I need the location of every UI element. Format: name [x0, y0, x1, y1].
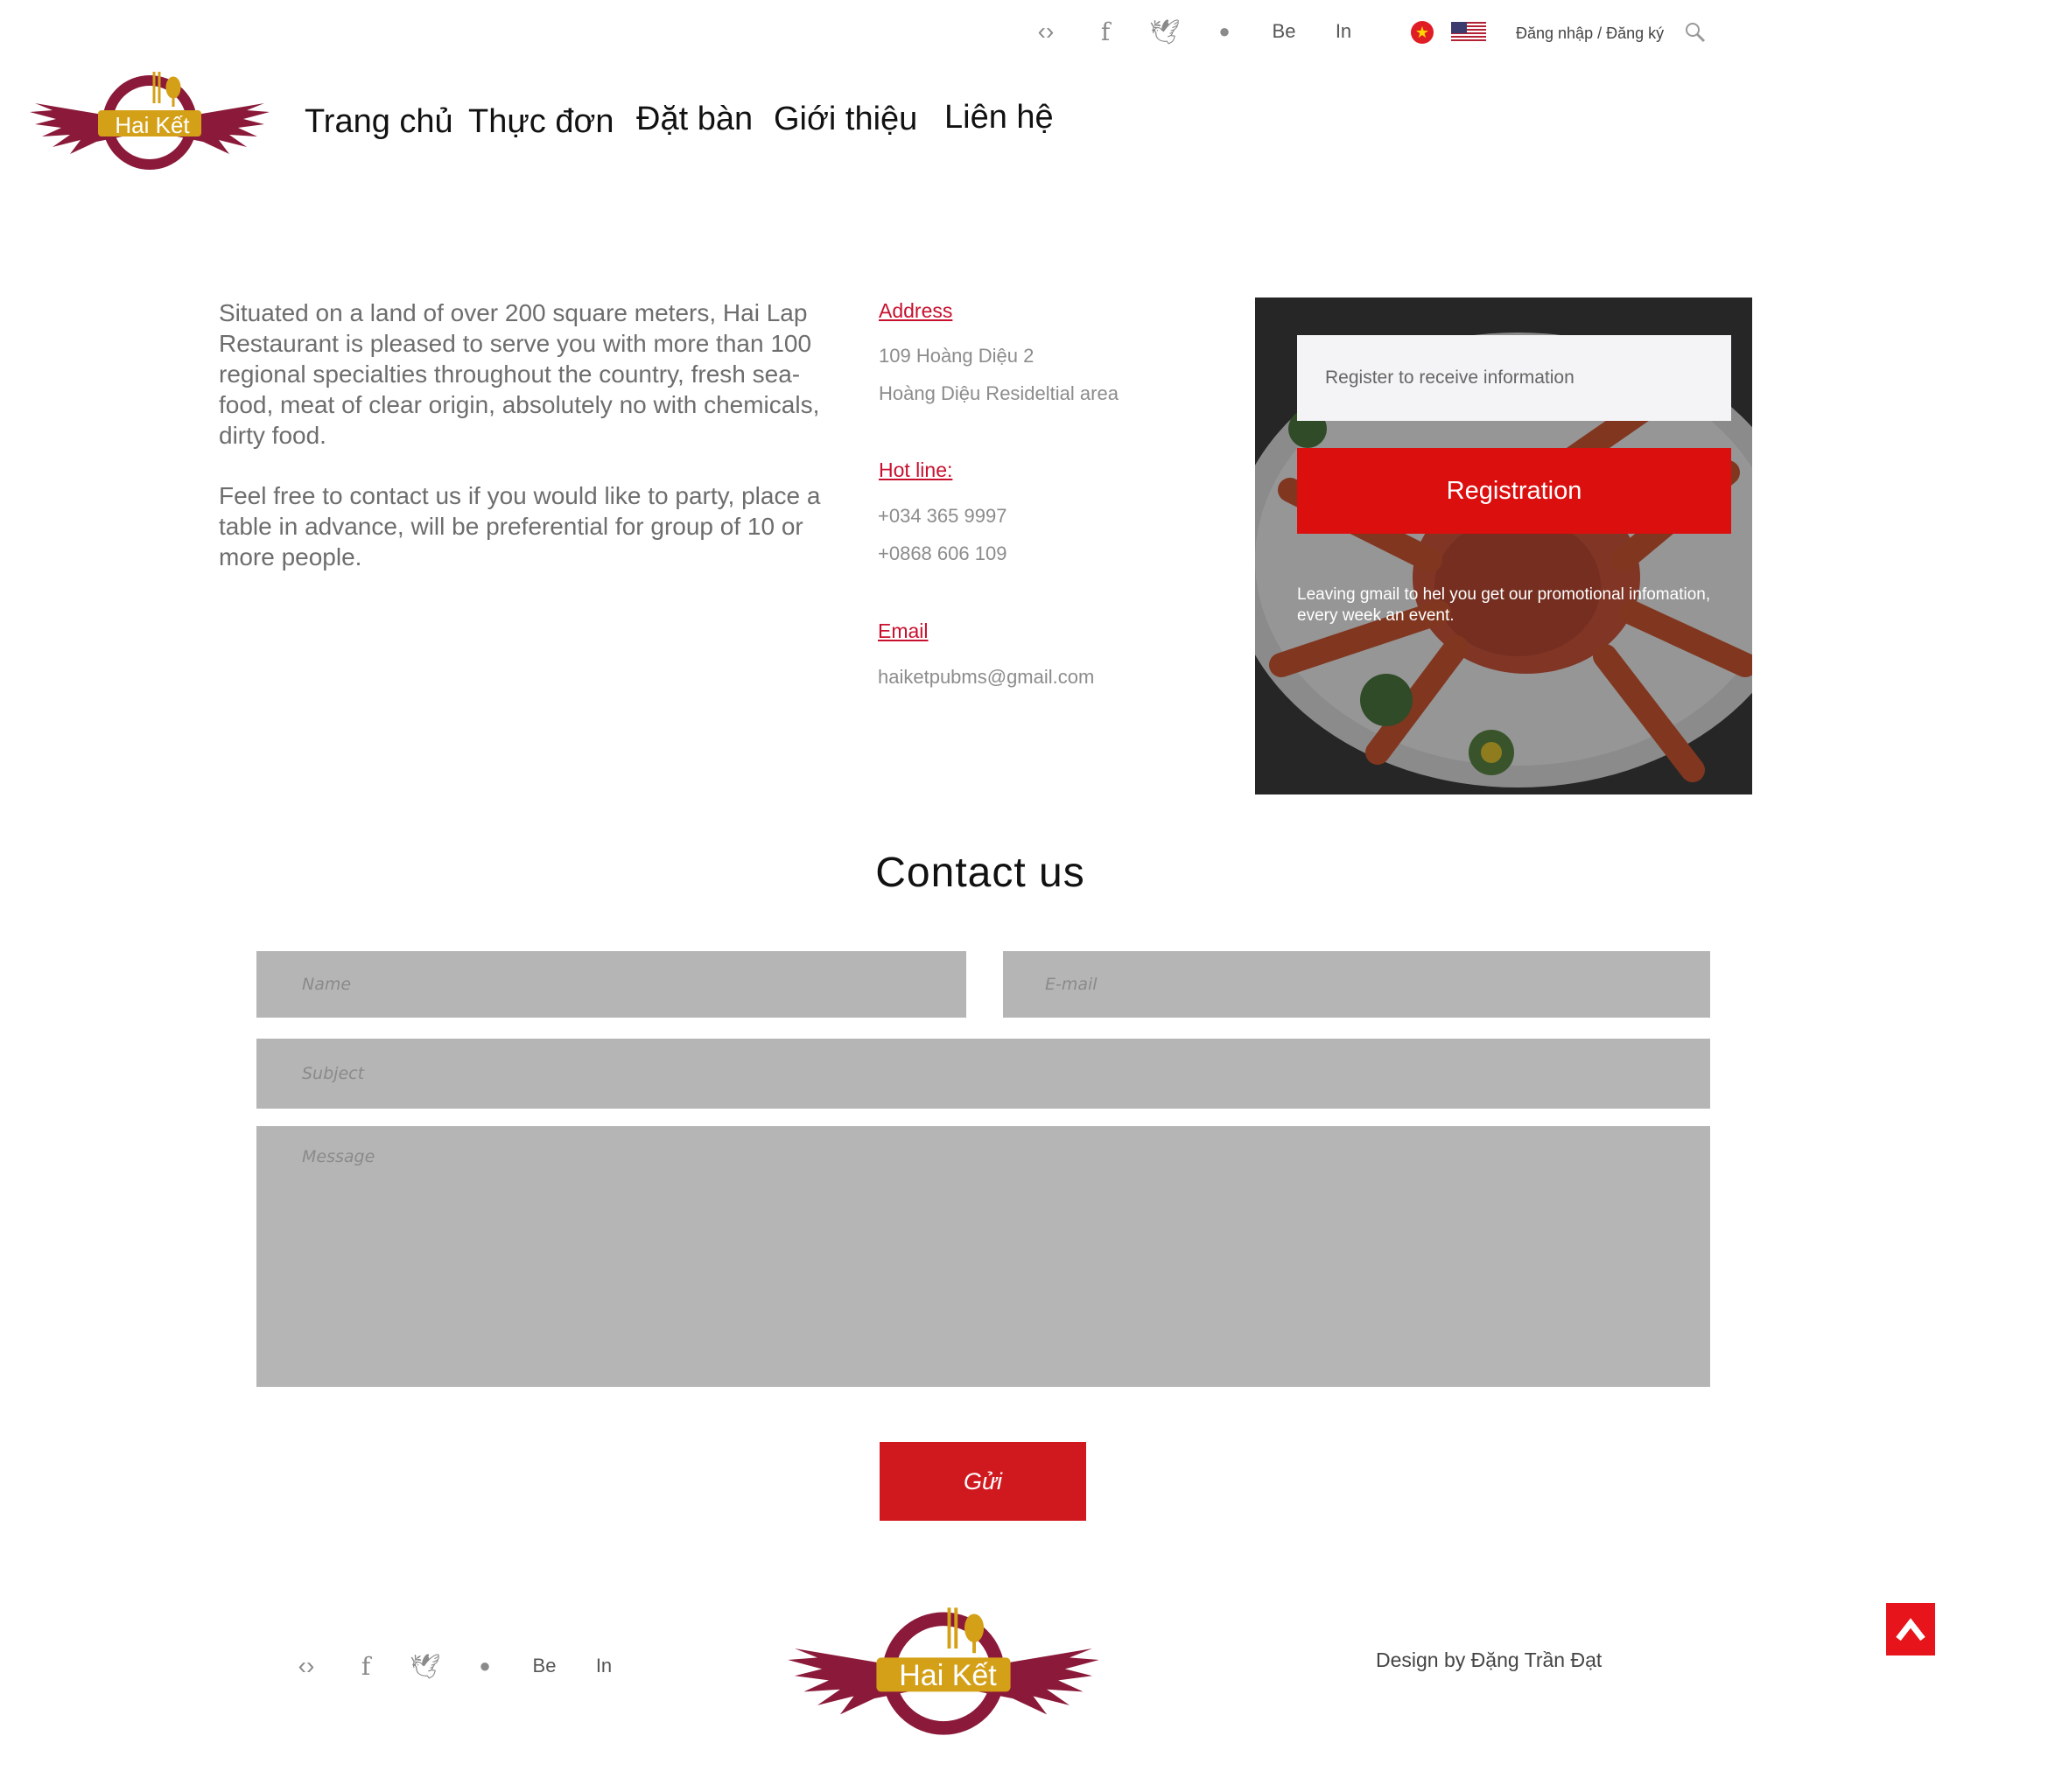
eye-icon[interactable]: ‹› [289, 1648, 324, 1684]
register-panel: Registration Leaving gmail to hel you ge… [1255, 298, 1752, 794]
hotline-label: Hot line: [879, 458, 953, 481]
dribbble-icon[interactable]: ● [1207, 14, 1242, 49]
about-paragraph-1: Situated on a land of over 200 square me… [219, 299, 820, 449]
email-address[interactable]: haiketpubms@gmail.com [878, 666, 1094, 689]
facebook-icon[interactable]: f [348, 1648, 383, 1684]
register-email-input[interactable] [1297, 335, 1731, 421]
us-flag-icon[interactable] [1451, 22, 1486, 43]
about-text: Situated on a land of over 200 square me… [219, 298, 823, 602]
about-paragraph-2: Feel free to contact us if you would lik… [219, 482, 821, 570]
behance-icon[interactable]: Be [527, 1648, 562, 1684]
footer-logo[interactable]: Hai Kết [783, 1603, 1104, 1740]
phone-1[interactable]: +034 365 9997 [878, 505, 1006, 528]
nav-about[interactable]: Giới thiệu [774, 101, 917, 138]
subject-field[interactable] [256, 1039, 1710, 1109]
vietnam-flag-icon[interactable]: ★ [1411, 21, 1434, 44]
top-social-bar: ‹› f 🕊 ● Be In [1028, 14, 1361, 49]
name-field[interactable] [256, 951, 966, 1018]
bird-icon[interactable]: 🕊 [408, 1648, 443, 1684]
header-logo[interactable]: Hai Kết [26, 68, 273, 173]
send-button[interactable]: Gửi [880, 1442, 1086, 1521]
nav-reservation[interactable]: Đặt bàn [636, 101, 753, 138]
footer-social-bar: ‹› f 🕊 ● Be In [289, 1648, 621, 1684]
phone-2[interactable]: +0868 606 109 [878, 542, 1006, 565]
address-line-1: 109 Hoàng Diệu 2 [879, 345, 1035, 367]
search-icon[interactable] [1684, 21, 1707, 44]
nav-menu[interactable]: Thực đơn [468, 103, 614, 141]
logo-text: Hai Kết [115, 112, 190, 138]
nav-home[interactable]: Trang chủ [305, 103, 453, 141]
bird-icon[interactable]: 🕊 [1147, 14, 1182, 49]
login-register-link[interactable]: Đăng nhập / Đăng ký [1516, 24, 1664, 43]
design-credit: Design by Đặng Trần Đạt [1376, 1648, 1603, 1671]
linkedin-icon[interactable]: In [586, 1648, 621, 1684]
registration-button[interactable]: Registration [1297, 448, 1731, 534]
scroll-to-top-button[interactable] [1886, 1603, 1935, 1656]
eye-icon[interactable]: ‹› [1028, 14, 1063, 49]
linkedin-icon[interactable]: In [1326, 14, 1361, 49]
address-line-2: Hoàng Diệu Resideltial area [879, 382, 1119, 404]
register-note: Leaving gmail to hel you get our promoti… [1297, 585, 1711, 625]
email-field[interactable] [1003, 951, 1710, 1018]
dribbble-icon[interactable]: ● [467, 1648, 502, 1684]
email-label: Email [878, 620, 929, 642]
nav-contact[interactable]: Liên hệ [944, 99, 1054, 136]
chevron-up-icon [1896, 1618, 1925, 1642]
footer-logo-text: Hai Kết [899, 1659, 997, 1692]
contact-title: Contact us [875, 850, 1085, 896]
address-label: Address [879, 299, 953, 322]
facebook-icon[interactable]: f [1088, 14, 1123, 49]
message-field[interactable] [256, 1126, 1710, 1387]
behance-icon[interactable]: Be [1266, 14, 1301, 49]
